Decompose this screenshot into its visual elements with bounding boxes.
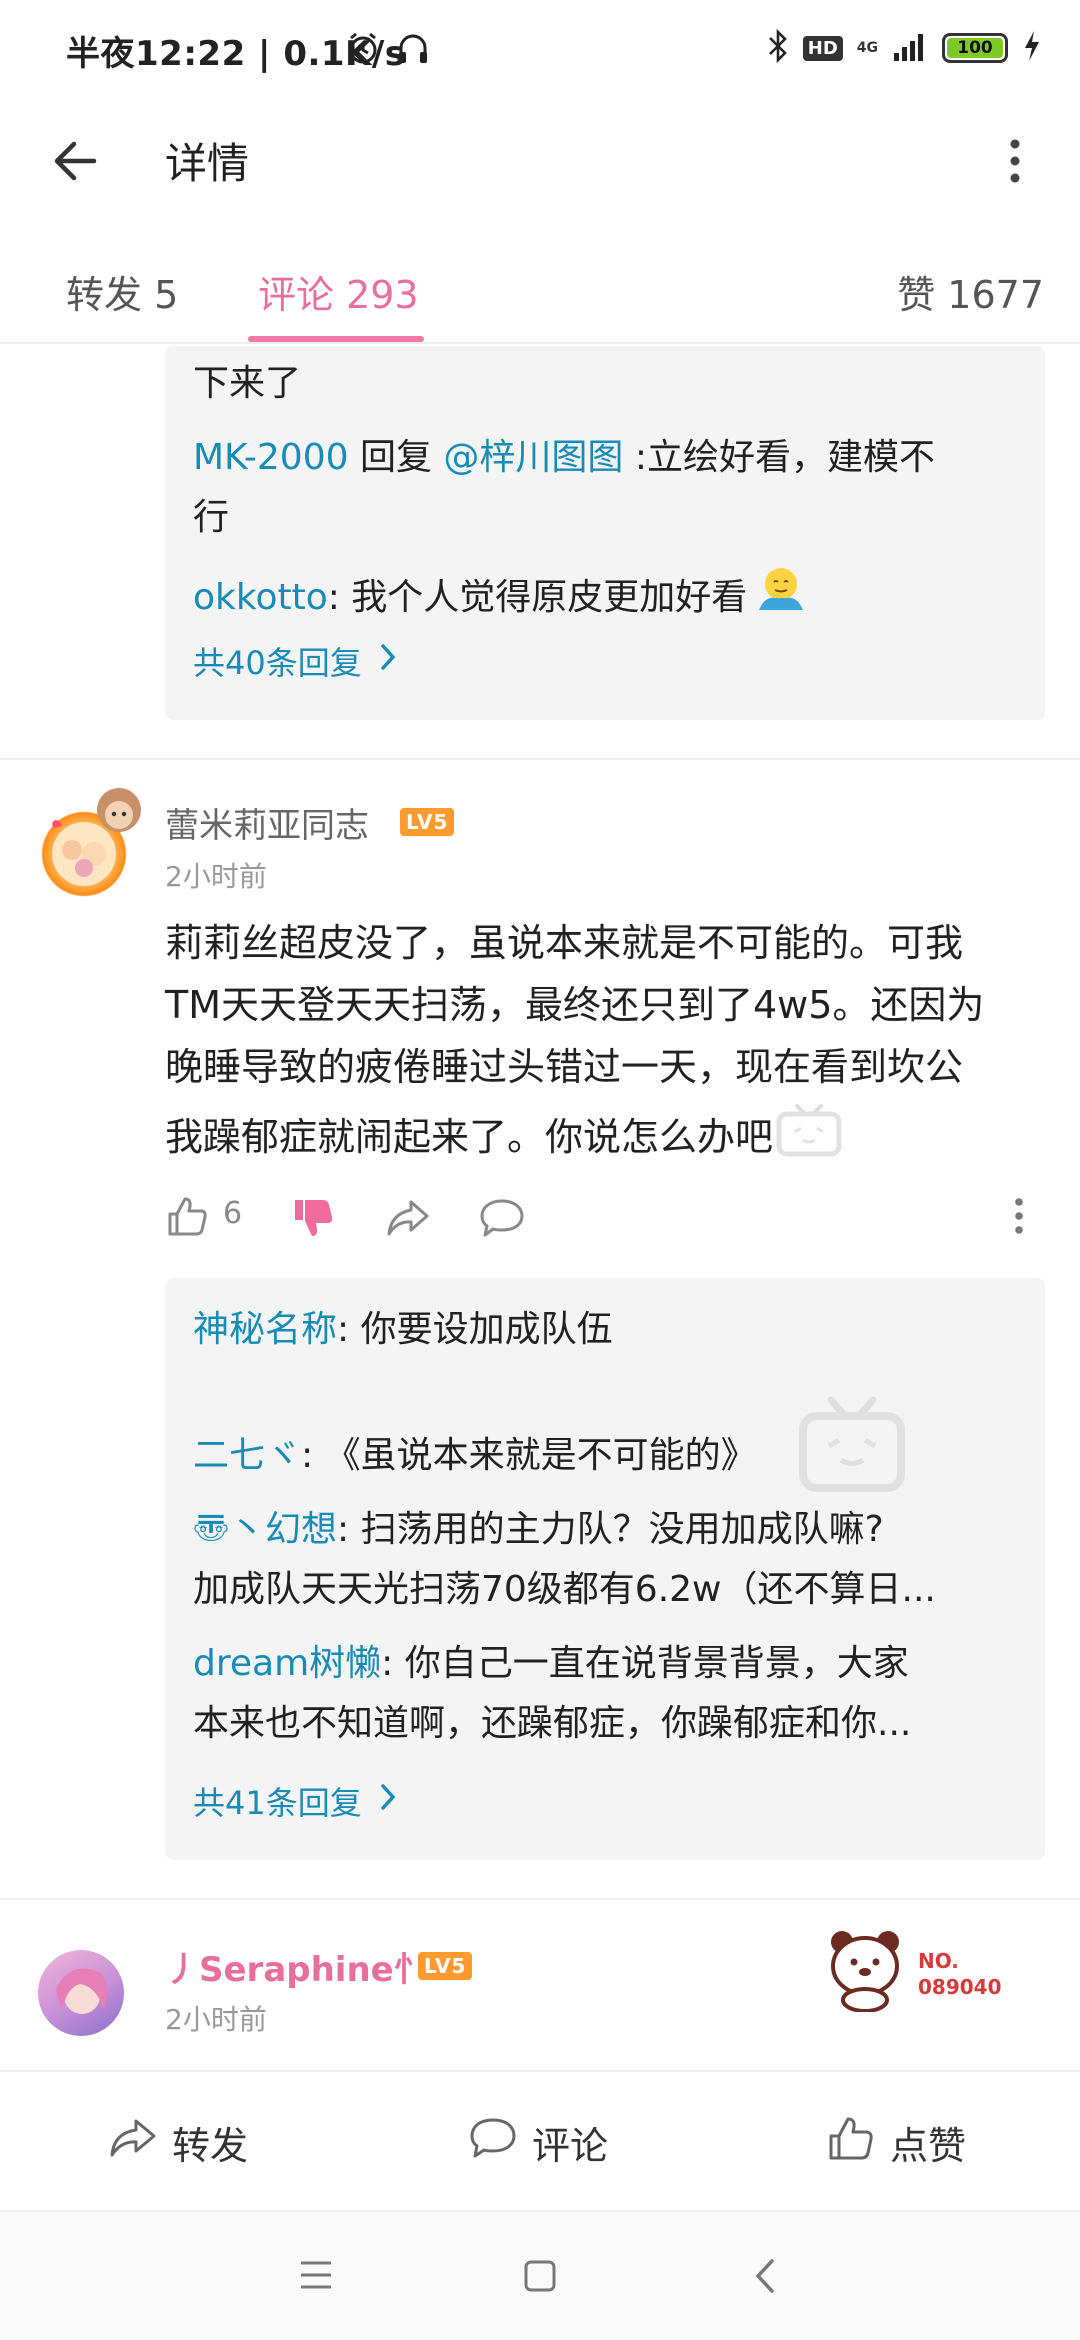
reply-text: : 《虽说本来就是不可能的》 [301, 1435, 757, 1476]
more-replies-link[interactable]: 共40条回复 [193, 638, 398, 684]
more-replies-label: 共40条回复 [193, 644, 362, 682]
bluetooth-icon [767, 28, 789, 67]
comment-divider [0, 758, 1080, 760]
reply-username[interactable]: 二七ヾ [193, 1435, 301, 1476]
page-title: 详情 [165, 139, 250, 188]
thumb-up-icon [826, 2114, 876, 2171]
network-type: 4G [856, 40, 878, 56]
charging-icon [1022, 30, 1042, 66]
reply-text-cont: 本来也不知道啊，还躁郁症，你躁郁症和你... [193, 1703, 912, 1744]
comment-time: 2小时前 [165, 2003, 267, 2036]
comment-username[interactable]: 丿Seraphine忄 [165, 1942, 428, 1991]
reply-text-cont: 加成队天天光扫荡70级都有6.2w（还不算日... [193, 1569, 936, 1610]
user-avatar[interactable] [38, 1950, 124, 2036]
more-vert-icon[interactable] [1000, 136, 1030, 190]
comment-line: 晚睡导致的疲倦睡过头错过一天，现在看到坎公 [165, 1045, 964, 1089]
like-label: 点赞 [890, 2123, 967, 2168]
battery-level: 100 [947, 38, 1003, 58]
comment-actions: 6 [165, 1190, 1045, 1246]
reply-mention[interactable]: @梓川图图 [443, 437, 623, 478]
tv-emoji-icon [773, 1098, 845, 1176]
share-icon[interactable] [385, 1196, 431, 1244]
status-bar: 半夜12:22 | 0.1K/s HD 4G 100 [0, 0, 1080, 100]
tab-repost[interactable]: 转发 5 [66, 264, 178, 319]
fan-badge-digits: 089040 [918, 1975, 1002, 1999]
reply-username[interactable]: dream树懒 [193, 1643, 381, 1684]
reply-text: :立绘好看，建模不 [623, 437, 935, 478]
reply-text: : 你自己一直在说背景背景，大家 [381, 1643, 909, 1684]
more-replies-label: 共41条回复 [193, 1784, 362, 1822]
thumb-down-icon[interactable] [291, 1196, 335, 1244]
comment-line-wrap: 我躁郁症就闹起来了。你说怎么办吧 [165, 1098, 1045, 1176]
repost-label: 转发 [172, 2123, 249, 2168]
tab-comments[interactable]: 评论 293 [258, 264, 419, 319]
battery-indicator: 100 [942, 33, 1008, 63]
reply-item: 神秘名称: 你要设加成队伍 [193, 1300, 613, 1360]
status-icons: HD 4G 100 [767, 26, 1042, 70]
reply-item: 二七ヾ: 《虽说本来就是不可能的》 [193, 1426, 757, 1486]
repost-button[interactable]: 转发 [108, 2072, 248, 2212]
reply-username[interactable]: MK-2000 [193, 437, 349, 478]
reply-username[interactable]: 神秘名称 [193, 1309, 337, 1350]
system-nav-bar [0, 2210, 1080, 2340]
comment-label: 评论 [532, 2123, 609, 2168]
level-badge: LV5 [418, 1952, 473, 1980]
alarm-icon [345, 30, 381, 70]
like-button[interactable]: 点赞 [826, 2072, 966, 2212]
comment-line: TM天天登天天扫荡，最终还只到了4w5。还因为 [165, 983, 985, 1027]
chevron-right-icon [378, 641, 398, 681]
comment-line: 我躁郁症就闹起来了。你说怎么办吧 [165, 1115, 774, 1159]
level-badge: LV5 [400, 808, 455, 836]
reply-preview-box[interactable]: 下来了 MK-2000 回复 @梓川图图 :立绘好看，建模不 行 okkotto… [165, 346, 1045, 720]
tab-likes[interactable]: 赞 1677 [897, 264, 1044, 319]
comment-button[interactable]: 评论 [468, 2072, 608, 2212]
bottom-action-bar: 转发 评论 点赞 [0, 2070, 1080, 2210]
tab-bar: 转发 5 评论 293 赞 1677 [0, 232, 1080, 344]
comment-username[interactable]: 蕾米莉亚同志 [165, 798, 369, 847]
reply-item: 〠丶幻想: 扫荡用的主力队？没用加成队嘛? [193, 1500, 884, 1560]
signal-icon [892, 31, 928, 65]
like-count: 6 [223, 1196, 243, 1231]
fan-badge-bear-icon [822, 1922, 908, 2016]
reply-text: : 你要设加成队伍 [337, 1309, 613, 1350]
thumb-up-icon[interactable] [165, 1194, 209, 1242]
top-app-bar: 详情 [0, 100, 1080, 220]
reply-item: MK-2000 回复 @梓川图图 :立绘好看，建模不 [193, 428, 935, 488]
fan-badge-number: NO. 089040 [918, 1948, 1002, 2000]
reply-text-partial: 下来了 [193, 363, 302, 404]
comment-line: 莉莉丝超皮没了，虽说本来就是不可能的。可我 [165, 921, 964, 965]
comment-bubble-icon[interactable] [479, 1196, 525, 1244]
reply-username[interactable]: 〠丶幻想 [193, 1509, 337, 1550]
reply-item: okkotto: 我个人觉得原皮更加好看 [193, 562, 807, 633]
more-replies-link[interactable]: 共41条回复 [193, 1778, 398, 1824]
reply-word: 回复 [348, 437, 444, 478]
reply-preview-box[interactable]: 神秘名称: 你要设加成队伍 二七ヾ: 《虽说本来就是不可能的》 〠丶幻想: 扫荡… [165, 1278, 1045, 1860]
comment-body: 莉莉丝超皮没了，虽说本来就是不可能的。可我 TM天天登天天扫荡，最终还只到了4w… [165, 912, 1045, 1176]
chevron-right-icon [378, 1781, 398, 1821]
reply-text: : 扫荡用的主力队？没用加成队嘛? [337, 1509, 884, 1550]
back-chevron-icon[interactable] [752, 2256, 780, 2300]
reply-text-cont: 行 [193, 497, 230, 538]
hd-badge: HD [802, 35, 843, 61]
comment-more-icon[interactable] [1007, 1194, 1031, 1242]
comment-time: 2小时前 [165, 860, 267, 893]
reply-item: dream树懒: 你自己一直在说背景背景，大家 [193, 1634, 909, 1694]
hug-emoji-icon [755, 562, 807, 633]
comment-divider [0, 1898, 1080, 1900]
avatar-pendant-icon [92, 782, 146, 846]
fan-badge-no: NO. [918, 1949, 959, 1973]
reply-username[interactable]: okkotto [193, 568, 328, 628]
active-tab-indicator [248, 336, 424, 342]
headphones-icon [395, 30, 431, 70]
share-icon [108, 2115, 158, 2170]
comment-bubble-icon [468, 2115, 518, 2170]
tv-emoji-icon [797, 1390, 907, 1498]
back-arrow-icon[interactable] [50, 136, 100, 190]
reply-text: : 我个人觉得原皮更加好看 [327, 576, 748, 618]
menu-icon[interactable] [298, 2258, 334, 2296]
home-square-icon[interactable] [522, 2258, 558, 2298]
